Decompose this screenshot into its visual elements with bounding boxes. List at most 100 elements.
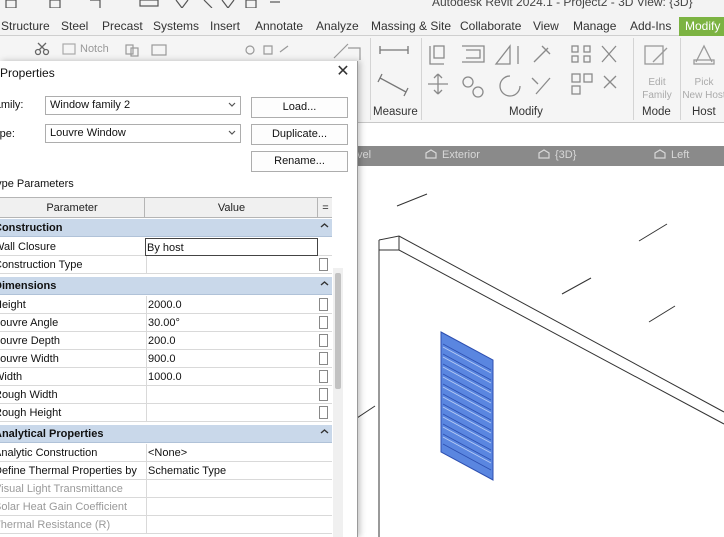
param-value-cell[interactable]: <None>	[146, 444, 318, 462]
table-row: Solar Heat Gain Coefficient	[0, 498, 332, 516]
table-row[interactable]: Louvre Angle 30.00°	[0, 314, 332, 332]
param-value: 1000.0	[148, 371, 182, 383]
join-geometry-icon[interactable]	[124, 42, 172, 58]
group-name: Analytical Properties	[0, 428, 104, 440]
table-row[interactable]: Wall Closure By host	[0, 238, 332, 256]
edit-family-button[interactable]: Edit Family	[638, 76, 676, 102]
notch-icon[interactable]	[62, 42, 76, 56]
rename-button[interactable]: Rename...	[251, 151, 348, 172]
type-value: Louvre Window	[50, 127, 126, 139]
table-row: Thermal Resistance (R)	[0, 516, 332, 534]
scissors-icon[interactable]	[34, 42, 50, 56]
tab-massing-site[interactable]: Massing & Site	[371, 16, 451, 36]
elevation-view-icon	[654, 149, 666, 159]
table-row[interactable]: Height 2000.0	[0, 296, 332, 314]
param-value-cell[interactable]: 200.0	[146, 332, 318, 350]
table-row[interactable]: Louvre Depth 200.0	[0, 332, 332, 350]
param-value-cell[interactable]: 2000.0	[146, 296, 318, 314]
param-value-cell[interactable]: Schematic Type	[146, 462, 318, 480]
tab-structure[interactable]: Structure	[1, 16, 50, 36]
edit-family-icon[interactable]	[641, 42, 671, 68]
measure-icon[interactable]	[376, 44, 416, 100]
table-row[interactable]: Analytic Construction <None>	[0, 444, 332, 462]
associate-parameter-checkbox[interactable]	[319, 258, 328, 271]
associate-parameter-checkbox[interactable]	[319, 388, 328, 401]
scrollbar-thumb[interactable]	[335, 273, 341, 389]
associate-parameter-checkbox[interactable]	[319, 334, 328, 347]
param-value: 200.0	[148, 335, 176, 347]
louvre-window[interactable]	[440, 331, 494, 481]
view-tab-left[interactable]: Left	[654, 149, 689, 161]
grid-scrollbar[interactable]	[333, 268, 343, 537]
collapse-icon[interactable]	[320, 427, 329, 436]
param-name: Analytic Construction	[0, 447, 98, 459]
view-tab-bar: vel Exterior {3D} Left	[357, 146, 724, 166]
associate-parameter-checkbox[interactable]	[319, 406, 328, 419]
table-row[interactable]: Rough Height	[0, 404, 332, 422]
family-dropdown[interactable]: Window family 2	[45, 96, 241, 115]
tab-analyze[interactable]: Analyze	[316, 16, 359, 36]
column-header-value[interactable]: Value	[146, 198, 318, 218]
tab-view[interactable]: View	[533, 16, 559, 36]
associate-parameter-checkbox[interactable]	[319, 298, 328, 311]
param-value: Schematic Type	[148, 465, 227, 477]
tab-add-ins[interactable]: Add-Ins	[630, 16, 671, 36]
chevron-down-icon	[228, 130, 236, 135]
3d-viewport[interactable]	[356, 166, 724, 537]
close-icon[interactable]: ✕	[335, 64, 351, 80]
view-tab-3d[interactable]: {3D}	[538, 149, 576, 161]
grid-header: Parameter Value =	[0, 198, 332, 218]
group-name: Dimensions	[0, 280, 57, 292]
pick-new-host-button[interactable]: Pick New Host	[680, 76, 724, 102]
param-name: Visual Light Transmittance	[0, 483, 123, 495]
associate-parameter-checkbox[interactable]	[319, 352, 328, 365]
quick-access-toolbar-icons[interactable]	[0, 0, 300, 8]
tab-precast[interactable]: Precast	[102, 16, 143, 36]
duplicate-button[interactable]: Duplicate...	[251, 124, 348, 145]
group-row-construction[interactable]: Construction	[0, 219, 332, 237]
param-value-cell[interactable]	[146, 256, 318, 274]
tab-insert[interactable]: Insert	[210, 16, 240, 36]
view-tab-exterior[interactable]: Exterior	[425, 149, 480, 161]
panel-label-modify: Modify	[509, 106, 543, 118]
type-parameters-heading: Type Parameters	[0, 178, 74, 190]
associate-parameter-checkbox[interactable]	[319, 316, 328, 329]
tab-annotate[interactable]: Annotate	[255, 16, 303, 36]
associate-parameter-checkbox[interactable]	[319, 370, 328, 383]
table-row[interactable]: Construction Type	[0, 256, 332, 274]
collapse-icon[interactable]	[320, 221, 329, 230]
param-value-input[interactable]: By host	[145, 238, 318, 256]
tab-modify[interactable]: Modify	[679, 17, 724, 36]
collapse-icon[interactable]	[320, 279, 329, 288]
param-name: Wall Closure	[0, 241, 56, 253]
view-tab-level[interactable]: vel	[357, 149, 371, 161]
param-value: By host	[147, 242, 184, 254]
param-name: Width	[0, 371, 23, 383]
tab-collaborate[interactable]: Collaborate	[460, 16, 521, 36]
load-button[interactable]: Load...	[251, 97, 348, 118]
modify-tools-icon[interactable]	[426, 42, 631, 104]
type-dropdown[interactable]: Louvre Window	[45, 124, 241, 143]
3d-view-icon	[538, 149, 550, 159]
tab-systems[interactable]: Systems	[153, 16, 199, 36]
table-row[interactable]: Rough Width	[0, 386, 332, 404]
column-header-equals[interactable]: =	[319, 198, 332, 218]
pick-new-host-icon[interactable]	[690, 42, 720, 68]
table-row[interactable]: Width 1000.0	[0, 368, 332, 386]
param-value-cell[interactable]: 1000.0	[146, 368, 318, 386]
param-value-cell[interactable]	[146, 404, 318, 422]
group-row-analytical-properties[interactable]: Analytical Properties	[0, 425, 332, 443]
split-face-icon[interactable]	[330, 40, 366, 62]
tab-manage[interactable]: Manage	[573, 16, 616, 36]
paint-icon[interactable]	[244, 42, 294, 58]
param-value: 30.00°	[148, 317, 180, 329]
param-value-cell[interactable]	[146, 386, 318, 404]
param-value-cell[interactable]: 30.00°	[146, 314, 318, 332]
table-row[interactable]: Louvre Width 900.0	[0, 350, 332, 368]
table-row[interactable]: Define Thermal Properties by Schematic T…	[0, 462, 332, 480]
tab-steel[interactable]: Steel	[61, 16, 88, 36]
notch-label: Notch	[80, 43, 109, 55]
group-row-dimensions[interactable]: Dimensions	[0, 277, 332, 295]
column-header-parameter[interactable]: Parameter	[0, 198, 145, 218]
param-value-cell[interactable]: 900.0	[146, 350, 318, 368]
